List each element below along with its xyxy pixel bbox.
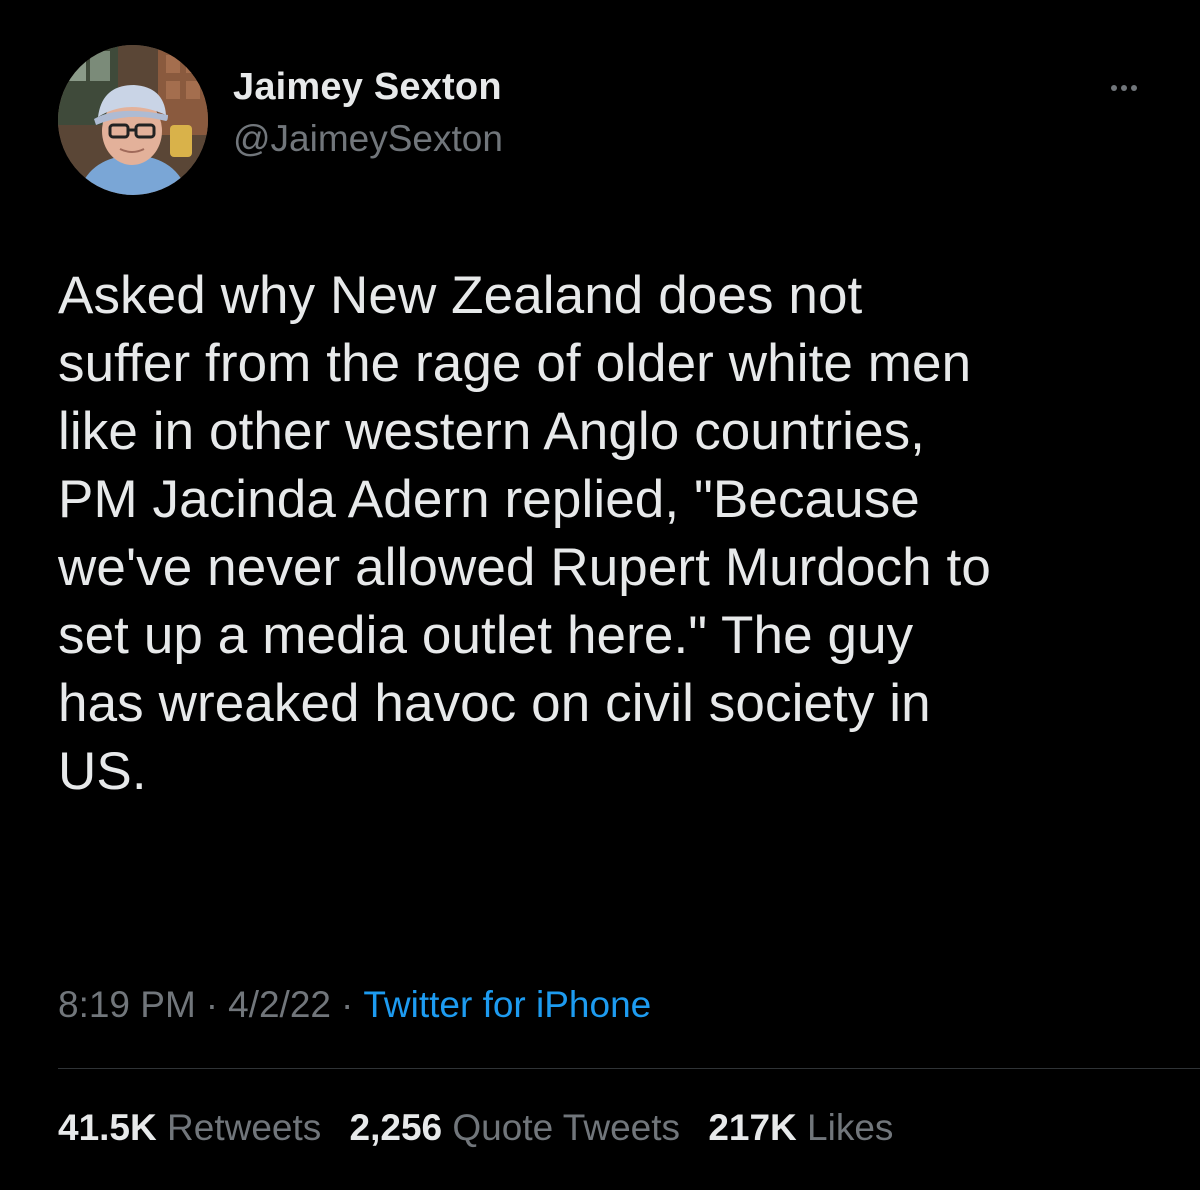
more-options-button[interactable] — [1100, 63, 1148, 111]
likes-label: Likes — [807, 1107, 894, 1148]
author-block: Jaimey Sexton @JaimeySexton — [233, 65, 503, 163]
tweet-time[interactable]: 8:19 PM — [58, 984, 196, 1025]
author-handle[interactable]: @JaimeySexton — [233, 115, 503, 163]
tweet-text: Asked why New Zealand does not suffer fr… — [58, 266, 991, 801]
tweet-header: Jaimey Sexton @JaimeySexton — [58, 45, 1148, 195]
avatar[interactable] — [58, 45, 208, 195]
tweet-meta: 8:19 PM · 4/2/22 · Twitter for iPhone — [58, 980, 651, 1030]
likes-stat[interactable]: 217K Likes — [708, 1103, 893, 1153]
tweet-detail: Jaimey Sexton @JaimeySexton Asked why Ne… — [0, 0, 1200, 1190]
tweet-source-link[interactable]: Twitter for iPhone — [363, 984, 651, 1025]
likes-count: 217K — [708, 1107, 797, 1148]
meta-separator: · — [205, 984, 219, 1025]
profile-photo-icon — [58, 45, 208, 195]
tweet-date[interactable]: 4/2/22 — [228, 984, 331, 1025]
meta-separator: · — [341, 984, 354, 1025]
quote-tweets-label: Quote Tweets — [452, 1107, 681, 1148]
retweets-label: Retweets — [167, 1107, 322, 1148]
author-display-name[interactable]: Jaimey Sexton — [233, 65, 503, 109]
quote-tweets-stat[interactable]: 2,256 Quote Tweets — [350, 1103, 681, 1153]
retweets-stat[interactable]: 41.5K Retweets — [58, 1103, 321, 1153]
more-dots-icon — [1109, 78, 1139, 96]
retweets-count: 41.5K — [58, 1107, 157, 1148]
quote-tweets-count: 2,256 — [349, 1107, 443, 1148]
divider — [58, 1068, 1200, 1069]
tweet-stats: 41.5K Retweets 2,256 Quote Tweets 217K L… — [58, 1103, 911, 1153]
